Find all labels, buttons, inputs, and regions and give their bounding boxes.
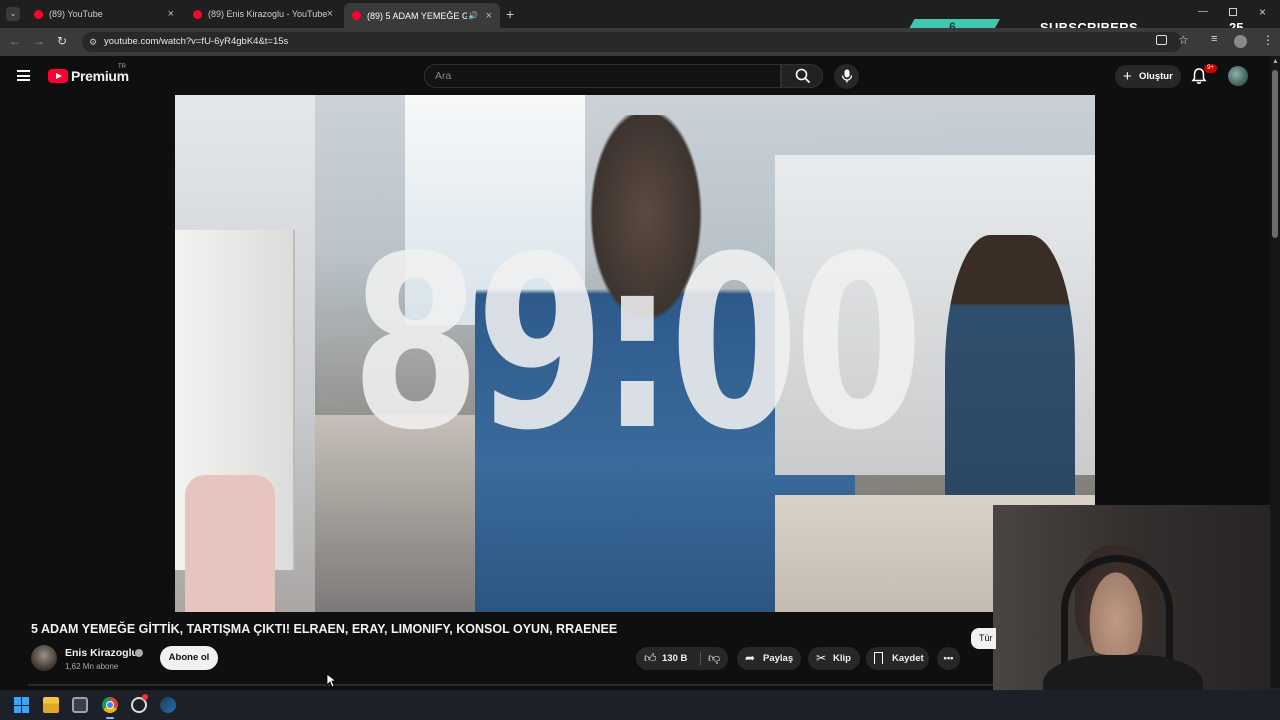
youtube-masthead: Premium TR Ara + Oluştur 9+ (0, 56, 1280, 96)
guide-menu-icon[interactable] (17, 70, 30, 81)
scroll-up-arrow-icon[interactable]: ▲ (1272, 58, 1279, 65)
tab-list-dropdown-icon[interactable]: ⌄ (6, 7, 20, 21)
tab-title: (89) YouTube (49, 9, 103, 19)
dislike-button[interactable]: 👎︎ (701, 647, 728, 670)
verified-badge-icon (135, 649, 143, 657)
media-controls-icon[interactable]: ≡ (1211, 33, 1217, 45)
speaker-icon[interactable]: 🔊 (468, 11, 478, 20)
page-divider (28, 684, 993, 686)
subscribe-button[interactable]: Abone ol (160, 646, 218, 670)
browser-tab-youtube-home[interactable]: (89) YouTube × (26, 3, 182, 25)
create-label: Oluştur (1139, 71, 1173, 82)
url-field[interactable]: ⚙ youtube.com/watch?v=fU-6yR4gbK4&t=15s (82, 32, 1182, 52)
page-scrollbar-thumb[interactable] (1272, 70, 1278, 238)
close-tab-icon[interactable]: × (486, 10, 492, 22)
chrome-icon[interactable] (102, 697, 118, 713)
share-arrow-icon: ➦ (745, 651, 756, 665)
file-explorer-icon[interactable] (43, 697, 59, 713)
thumbs-up-icon: 👍︎ (644, 651, 657, 665)
clip-button[interactable]: ✂ Klip (808, 647, 860, 670)
more-actions-button[interactable]: ••• (937, 647, 960, 670)
obs-icon[interactable] (131, 694, 148, 713)
windows-taskbar (0, 690, 1280, 720)
close-tab-icon[interactable]: × (168, 8, 174, 20)
search-button[interactable] (781, 64, 823, 88)
youtube-play-logo-icon (48, 69, 68, 83)
forward-arrow-icon[interactable]: → (33, 34, 45, 48)
bookmark-star-icon[interactable]: ☆ (1178, 33, 1189, 47)
browser-address-bar: ← → ↻ ⚙ youtube.com/watch?v=fU-6yR4gbK4&… (0, 28, 1280, 56)
channel-name[interactable]: Enis Kirazoglu (65, 647, 138, 659)
video-frame-chair (185, 475, 275, 612)
maximize-window-icon[interactable] (1229, 8, 1237, 16)
channel-avatar[interactable] (31, 645, 57, 671)
share-button[interactable]: ➦ Paylaş (737, 647, 801, 670)
channel-subscriber-count: 1,62 Mn abone (65, 662, 119, 671)
microphone-icon (841, 69, 853, 83)
country-code: TR (118, 64, 126, 70)
webcam-overlay (993, 505, 1280, 720)
browser-menu-icon[interactable]: ⋮ (1262, 33, 1274, 47)
notification-count-badge: 9+ (1204, 64, 1217, 73)
site-info-icon[interactable]: ⚙ (89, 32, 97, 52)
browser-tab-channel[interactable]: (89) Enis Kirazoglu - YouTube × (185, 3, 341, 25)
scissors-icon: ✂ (816, 651, 827, 665)
back-arrow-icon[interactable]: ← (9, 34, 21, 48)
youtube-favicon-icon (193, 9, 202, 19)
tab-title: (89) 5 ADAM YEMEĞE GİTTİ (367, 10, 467, 21)
bookmark-icon (874, 652, 883, 664)
like-dislike-group: 👍︎ 130 B 👎︎ (636, 647, 728, 670)
webcam-headphones (1061, 555, 1173, 665)
new-tab-button[interactable]: + (506, 6, 514, 22)
video-player[interactable]: 89:00 (175, 95, 1095, 612)
close-window-icon[interactable]: × (1259, 5, 1266, 19)
browser-tab-video[interactable]: (89) 5 ADAM YEMEĞE GİTTİ 🔊 × (344, 3, 500, 28)
close-tab-icon[interactable]: × (327, 8, 333, 20)
plus-icon: + (1123, 68, 1132, 85)
save-label: Kaydet (892, 653, 924, 664)
url-text: youtube.com/watch?v=fU-6yR4gbK4&t=15s (104, 36, 289, 47)
clip-label: Klip (833, 653, 851, 664)
reload-icon[interactable]: ↻ (57, 34, 67, 48)
store-icon[interactable] (72, 697, 88, 713)
search-icon (795, 68, 811, 84)
create-button[interactable]: + Oluştur (1115, 65, 1181, 88)
youtube-favicon-icon (34, 9, 43, 19)
windows-start-icon[interactable] (14, 697, 30, 713)
share-label: Paylaş (763, 653, 794, 664)
voice-search-button[interactable] (834, 64, 859, 89)
like-count: 130 B (662, 653, 688, 664)
filter-chip[interactable]: Tür (971, 628, 996, 649)
like-button[interactable]: 👍︎ 130 B (636, 647, 700, 670)
youtube-favicon-icon (352, 11, 361, 20)
video-overlay-timer: 89:00 (351, 206, 923, 483)
active-app-indicator (106, 717, 114, 719)
profile-icon[interactable] (1234, 35, 1247, 48)
minimize-window-icon[interactable]: — (1198, 6, 1208, 17)
tab-title: (89) Enis Kirazoglu - YouTube (208, 9, 328, 19)
search-input[interactable]: Ara (424, 64, 781, 88)
mouse-cursor-icon (326, 673, 336, 688)
more-horizontal-icon: ••• (943, 653, 954, 664)
video-title: 5 ADAM YEMEĞE GİTTİK, TARTIŞMA ÇIKTI! EL… (31, 622, 618, 636)
thumbs-down-icon: 👎︎ (708, 651, 721, 665)
youtube-premium-logo[interactable]: Premium TR (48, 64, 129, 84)
account-avatar[interactable] (1228, 66, 1248, 86)
save-button[interactable]: Kaydet (866, 647, 929, 670)
steam-icon[interactable] (160, 697, 176, 713)
install-app-icon[interactable] (1156, 35, 1167, 45)
logo-text: Premium (71, 68, 129, 84)
